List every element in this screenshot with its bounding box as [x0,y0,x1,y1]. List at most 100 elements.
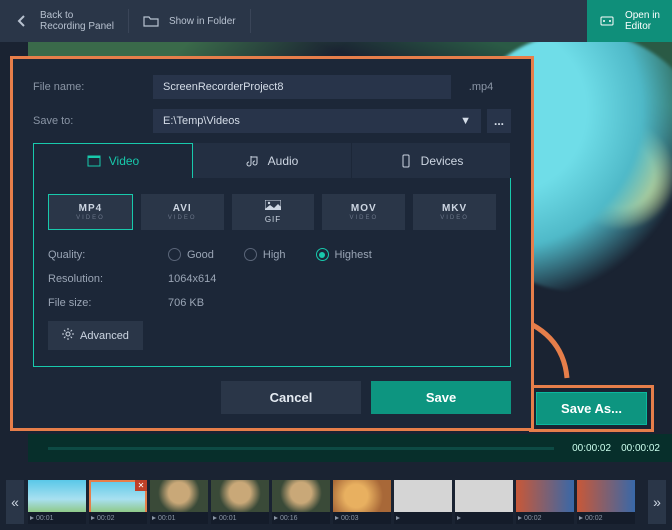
thumbnail[interactable]: 00:01 [211,480,269,524]
thumbnail-image [211,480,269,512]
thumbnail[interactable]: 00:02 ✕ [89,480,147,524]
format-mov[interactable]: MOVVIDEO [322,194,405,230]
chevron-down-icon: ▼ [460,115,471,127]
divider [250,9,251,33]
thumbnail-close-button[interactable]: ✕ [135,480,147,491]
thumbnail-info: 00:01 [28,512,86,524]
tab-devices[interactable]: Devices [352,143,511,178]
thumbnail-image [150,480,208,512]
thumbnail-info: 00:02 [89,512,147,524]
time-total: 00:00:02 [621,443,660,454]
tab-devices-label: Devices [421,154,464,168]
advanced-button[interactable]: Advanced [48,321,143,350]
play-icon [518,516,522,520]
folder-icon [143,13,159,29]
thumbnail-image [455,480,513,512]
thumbnail[interactable]: 00:03 [333,480,391,524]
thumbnail-duration: 00:01 [219,515,237,522]
thumbnail-duration: 00:03 [341,515,359,522]
audio-icon [246,154,260,168]
thumbnail-duration: 00:02 [97,515,115,522]
quality-highest[interactable]: Highest [316,248,372,261]
play-icon [152,516,156,520]
devices-icon [399,154,413,168]
save-to-label: Save to: [33,115,153,127]
play-icon [579,516,583,520]
thumbnail[interactable] [394,480,452,524]
filesize-value: 706 KB [168,297,204,309]
play-icon [457,516,461,520]
thumbnail-info [394,512,452,524]
file-extension: .mp4 [451,81,511,93]
seek-track[interactable] [48,447,554,450]
play-icon [30,516,34,520]
open-in-editor-button[interactable]: Open in Editor [587,0,672,42]
play-icon [396,516,400,520]
tab-audio[interactable]: Audio [193,143,352,178]
save-to-dropdown[interactable]: E:\Temp\Videos ▼ [153,109,481,133]
thumbnail-duration: 00:02 [524,515,542,522]
thumbnail[interactable]: 00:01 [28,480,86,524]
quality-high[interactable]: High [244,248,286,261]
gear-icon [62,328,74,343]
video-icon [87,154,101,168]
save-as-button[interactable]: Save As... [536,392,647,425]
thumbnail-image [577,480,635,512]
play-icon [213,516,217,520]
strip-prev-button[interactable]: « [6,480,24,524]
thumbnail[interactable]: 00:02 [577,480,635,524]
thumbnail[interactable]: 00:01 [150,480,208,524]
play-icon [274,516,278,520]
format-gif[interactable]: GIF [232,194,315,230]
thumbnail-info: 00:16 [272,512,330,524]
thumbnail-image [272,480,330,512]
back-label: Back to Recording Panel [40,10,114,32]
filesize-label: File size: [48,297,168,309]
thumbnail[interactable] [455,480,513,524]
quality-good[interactable]: Good [168,248,214,261]
resolution-value: 1064x614 [168,273,216,285]
advanced-label: Advanced [80,330,129,342]
thumbnail[interactable]: 00:02 [516,480,574,524]
save-button[interactable]: Save [371,381,511,414]
video-panel: MP4VIDEO AVIVIDEO GIF MOVVIDEO MKVVIDEO … [33,178,511,367]
filename-input[interactable] [153,75,451,99]
cancel-button[interactable]: Cancel [221,381,361,414]
thumbs-container: 00:01 00:02 ✕ 00:01 00:01 00:16 00:03 00… [28,480,644,524]
tab-video-label: Video [109,154,139,168]
play-icon [91,516,95,520]
browse-button[interactable]: ... [487,109,511,133]
thumbnail-duration: 00:16 [280,515,298,522]
thumbnail-image [516,480,574,512]
player-bar: 00:00:02 00:00:02 [28,434,672,462]
thumbnail-duration: 00:01 [158,515,176,522]
back-button[interactable]: Back to Recording Panel [0,0,128,42]
tab-video[interactable]: Video [33,143,193,178]
image-icon [265,200,281,213]
format-avi[interactable]: AVIVIDEO [141,194,224,230]
open-editor-label: Open in Editor [625,10,660,32]
thumbnail-image [394,480,452,512]
format-mkv[interactable]: MKVVIDEO [413,194,496,230]
thumbnail-image [333,480,391,512]
thumbnail-duration: 00:02 [585,515,603,522]
resolution-label: Resolution: [48,273,168,285]
thumbnail-info: 00:01 [150,512,208,524]
thumbnail[interactable]: 00:16 [272,480,330,524]
thumbnail-info [455,512,513,524]
export-dialog-highlight: File name: .mp4 Save to: E:\Temp\Videos … [10,56,534,431]
tab-audio-label: Audio [268,154,299,168]
thumbnail-image [28,480,86,512]
thumbnail-duration: 00:01 [36,515,54,522]
thumbnail-info: 00:02 [577,512,635,524]
show-in-folder-button[interactable]: Show in Folder [129,0,250,42]
format-list: MP4VIDEO AVIVIDEO GIF MOVVIDEO MKVVIDEO [48,194,496,230]
export-dialog: File name: .mp4 Save to: E:\Temp\Videos … [13,59,531,428]
show-folder-label: Show in Folder [169,16,236,27]
quality-label: Quality: [48,249,168,261]
format-tabs: Video Audio Devices [33,143,511,178]
filename-label: File name: [33,81,153,93]
format-mp4[interactable]: MP4VIDEO [48,194,133,230]
topbar: Back to Recording Panel Show in Folder O… [0,0,672,42]
strip-next-button[interactable]: » [648,480,666,524]
